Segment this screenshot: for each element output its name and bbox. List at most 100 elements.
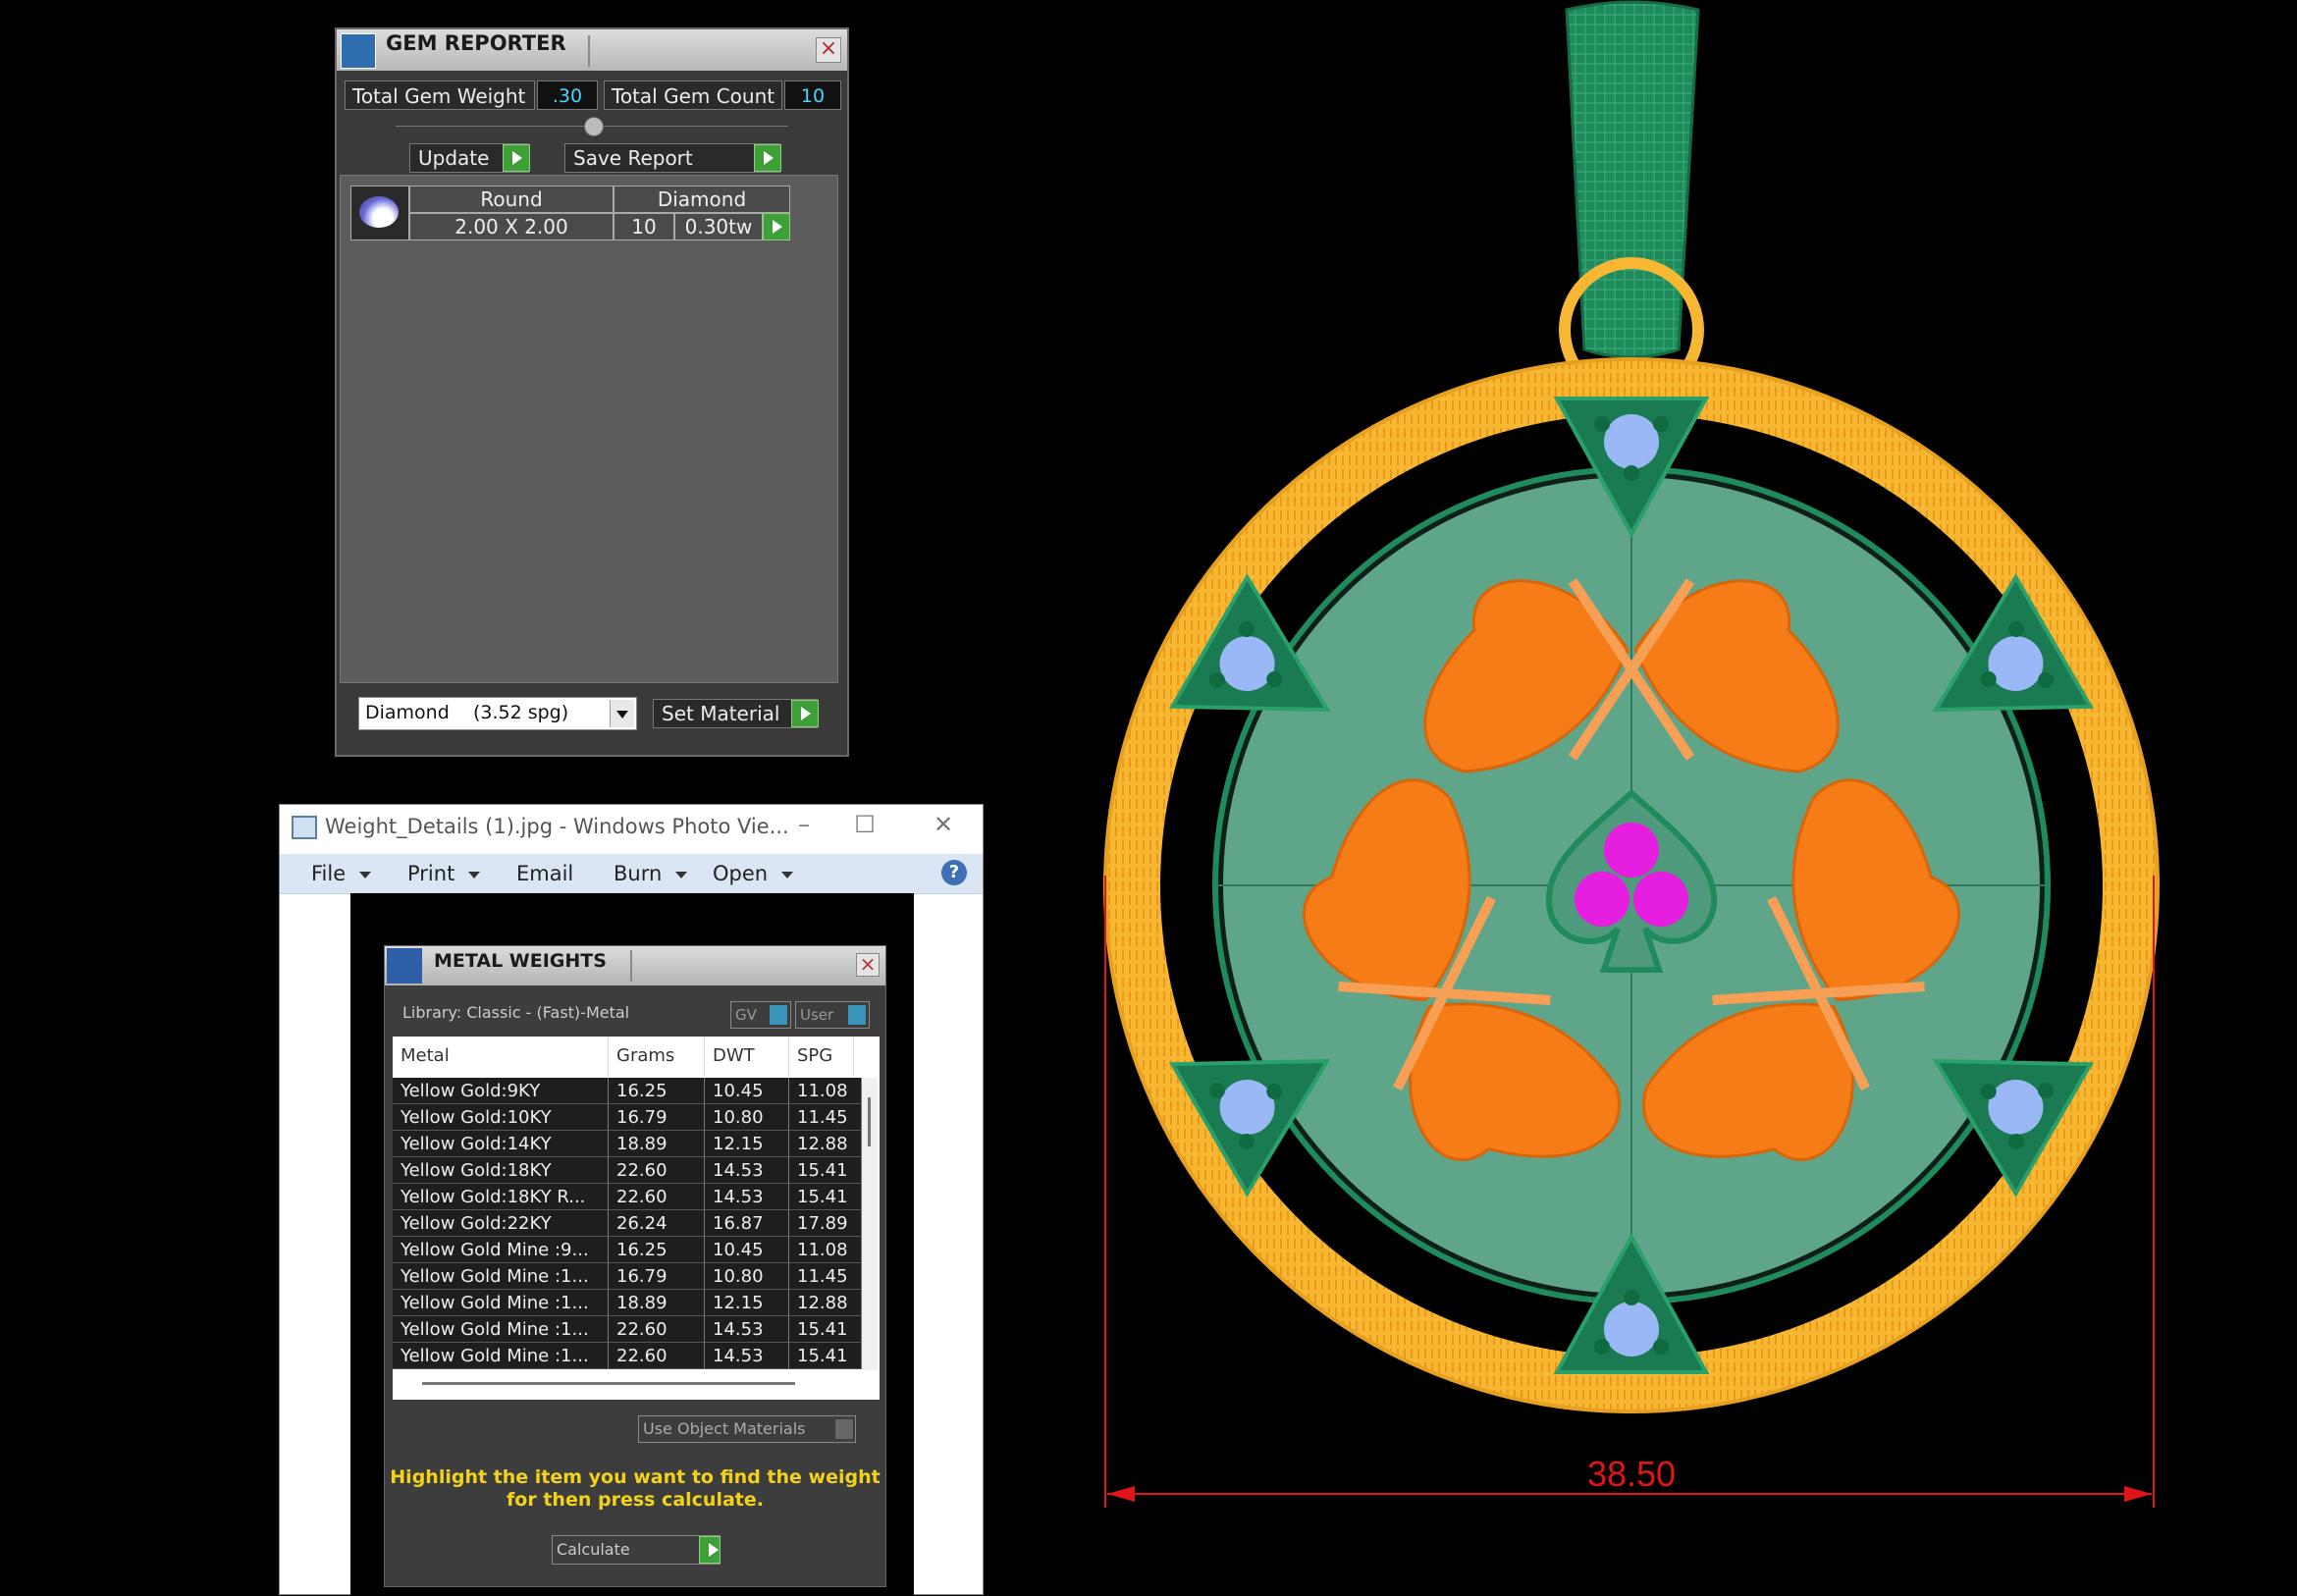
table-cell: 11.45 xyxy=(789,1263,862,1290)
set-material-label: Set Material xyxy=(662,702,780,725)
table-cell: 10.80 xyxy=(705,1104,789,1131)
table-cell: 11.08 xyxy=(789,1078,862,1104)
prong xyxy=(1594,416,1610,432)
column-header-spg: SPG xyxy=(789,1037,854,1076)
chevron-down-icon xyxy=(781,871,794,878)
close-icon[interactable]: × xyxy=(816,37,841,63)
minimize-icon[interactable]: – xyxy=(784,811,824,838)
table-cell: 22.60 xyxy=(609,1316,705,1343)
material-select[interactable]: Diamond (3.52 spg) xyxy=(358,697,637,730)
table-cell: 12.88 xyxy=(789,1290,862,1316)
table-cell: 26.24 xyxy=(609,1210,705,1237)
table-cell: 18.89 xyxy=(609,1290,705,1316)
table-cell: 17.89 xyxy=(789,1210,862,1237)
table-row: Yellow Gold Mine :1... 18.89 12.15 12.88 xyxy=(393,1290,862,1316)
table-cell: 10.80 xyxy=(705,1263,789,1290)
user-toggle: User xyxy=(795,1001,870,1029)
material-select-value: Diamond (3.52 spg) xyxy=(365,702,569,723)
table-cell: 14.53 xyxy=(705,1184,789,1210)
table-cell: 15.41 xyxy=(789,1343,862,1369)
photo-viewer-title: Weight_Details (1).jpg - Windows Photo V… xyxy=(325,815,789,838)
pink-stone xyxy=(1604,823,1659,878)
gem-reporter-title: GEM REPORTER xyxy=(386,31,566,55)
pink-stone xyxy=(1575,872,1629,927)
table-cell: Yellow Gold Mine :1... xyxy=(393,1290,609,1316)
table-cell: Yellow Gold Mine :9... xyxy=(393,1237,609,1263)
table-row: Yellow Gold:9KY 16.25 10.45 11.08 xyxy=(393,1078,862,1104)
round-diamond-icon xyxy=(359,196,399,228)
gem-size: 2.00 X 2.00 xyxy=(409,213,614,240)
chevron-down-icon xyxy=(610,700,634,727)
gem-list[interactable]: Round Diamond 2.00 X 2.00 10 0.30tw xyxy=(340,175,838,683)
gem-row-thumbnail xyxy=(350,186,409,240)
table-cell: 16.79 xyxy=(609,1263,705,1290)
table-row: Yellow Gold Mine :1... 16.79 10.80 11.45 xyxy=(393,1263,862,1290)
table-cell: 10.45 xyxy=(705,1237,789,1263)
titlebar-divider xyxy=(588,35,590,67)
column-header-dwt: DWT xyxy=(705,1037,789,1076)
blue-stone xyxy=(1604,1302,1659,1357)
hint-line-1: Highlight the item you want to find the … xyxy=(390,1466,881,1488)
splitter-handle[interactable] xyxy=(584,117,604,136)
set-material-button[interactable]: Set Material xyxy=(653,699,819,728)
prong xyxy=(1624,465,1639,481)
menu-open[interactable]: Open xyxy=(713,862,794,885)
table-cell: 11.45 xyxy=(789,1104,862,1131)
play-arrow-icon xyxy=(791,700,819,727)
table-row: Yellow Gold:18KY R... 22.60 14.53 15.41 xyxy=(393,1184,862,1210)
hint-line-2: for then press calculate. xyxy=(507,1489,764,1511)
table-row: Yellow Gold Mine :1... 22.60 14.53 15.41 xyxy=(393,1343,862,1369)
gem-row-select-icon[interactable] xyxy=(763,213,790,240)
table-cell: 12.15 xyxy=(705,1290,789,1316)
chevron-down-icon xyxy=(359,871,372,878)
total-gem-count-value: 10 xyxy=(784,80,841,110)
gem-reporter-panel: GEM REPORTER × Total Gem Weight .30 Tota… xyxy=(335,27,849,757)
photo-viewer-titlebar[interactable]: Weight_Details (1).jpg - Windows Photo V… xyxy=(280,805,983,854)
table-header: Metal Grams DWT SPG xyxy=(393,1037,880,1076)
toggle-knob xyxy=(835,1419,853,1439)
titlebar-divider xyxy=(630,950,632,982)
update-button[interactable]: Update xyxy=(409,143,530,173)
bail-tube xyxy=(1565,0,1700,359)
menu-file[interactable]: File xyxy=(311,862,372,885)
prong xyxy=(1624,1290,1639,1305)
photo-viewer-app-icon xyxy=(292,816,317,839)
gem-reporter-titlebar[interactable]: GEM REPORTER × xyxy=(337,29,847,71)
table-cell: Yellow Gold:14KY xyxy=(393,1131,609,1157)
column-header-metal: Metal xyxy=(393,1037,609,1076)
metal-weights-table: Metal Grams DWT SPG Yellow Gold:9KY 16.25… xyxy=(393,1037,880,1400)
table-cell: 12.15 xyxy=(705,1131,789,1157)
help-icon[interactable]: ? xyxy=(941,860,967,885)
table-cell: 12.88 xyxy=(789,1131,862,1157)
menu-print[interactable]: Print xyxy=(407,862,481,885)
menu-email[interactable]: Email xyxy=(516,862,573,885)
total-gem-count-label: Total Gem Count xyxy=(604,80,782,110)
calculate-button: Calculate xyxy=(552,1535,721,1565)
table-cell: 10.45 xyxy=(705,1078,789,1104)
metal-hint-text: Highlight the item you want to find the … xyxy=(385,1466,885,1512)
photo-canvas: METAL WEIGHTS × Library: Classic - (Fast… xyxy=(350,893,914,1596)
table-cell: 18.89 xyxy=(609,1131,705,1157)
menu-burn[interactable]: Burn xyxy=(614,862,688,885)
table-cell: Yellow Gold Mine :1... xyxy=(393,1263,609,1290)
table-cell: 22.60 xyxy=(609,1184,705,1210)
save-report-button[interactable]: Save Report xyxy=(564,143,781,173)
table-cell: Yellow Gold:18KY xyxy=(393,1157,609,1184)
table-cell: 14.53 xyxy=(705,1157,789,1184)
table-cell: Yellow Gold Mine :1... xyxy=(393,1343,609,1369)
table-cell: 22.60 xyxy=(609,1343,705,1369)
table-row: Yellow Gold:10KY 16.79 10.80 11.45 xyxy=(393,1104,862,1131)
pendant-cad-view: 38.50 xyxy=(1103,0,2160,1508)
table-cell: Yellow Gold:10KY xyxy=(393,1104,609,1131)
update-label: Update xyxy=(418,146,490,170)
table-cell: Yellow Gold:22KY xyxy=(393,1210,609,1237)
gem-weight: 0.30tw xyxy=(674,213,763,240)
prong xyxy=(1594,1339,1610,1355)
toggle-knob xyxy=(770,1005,787,1025)
dimension-value: 38.50 xyxy=(1587,1454,1676,1494)
library-label: Library: Classic - (Fast)-Metal xyxy=(402,1003,630,1022)
close-icon[interactable]: ✕ xyxy=(924,811,963,838)
maximize-icon[interactable]: ☐ xyxy=(845,811,884,838)
table-row: Yellow Gold:18KY 22.60 14.53 15.41 xyxy=(393,1157,862,1184)
table-cell: Yellow Gold:9KY xyxy=(393,1078,609,1104)
